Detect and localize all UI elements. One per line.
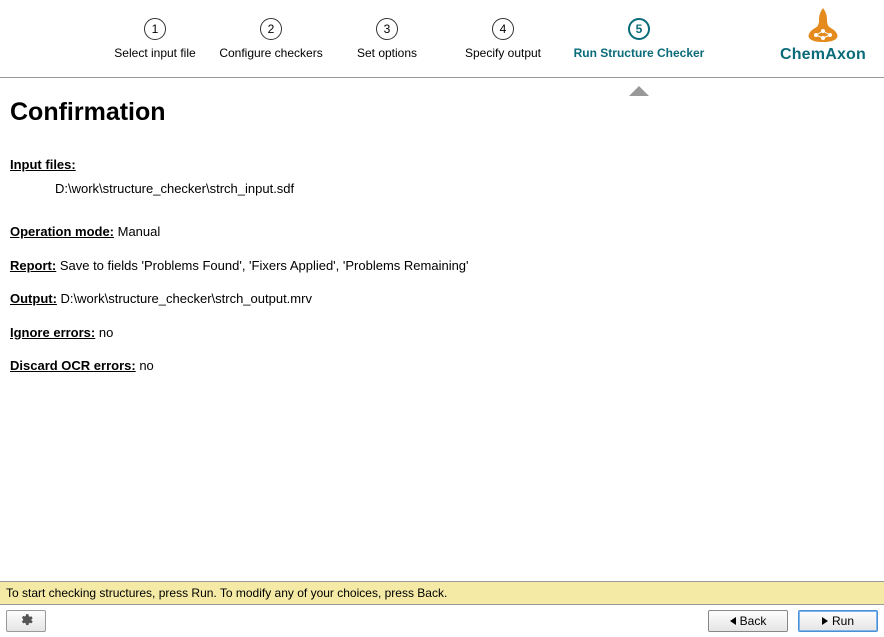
operation-mode-row: Operation mode: Manual bbox=[10, 222, 874, 242]
operation-mode-value: Manual bbox=[114, 224, 160, 239]
triangle-right-icon bbox=[822, 617, 828, 625]
footer-bar: Back Run bbox=[0, 605, 884, 637]
step-2-num: 2 bbox=[260, 18, 282, 40]
step-4[interactable]: 4 Specify output bbox=[453, 18, 553, 60]
wizard-header: 1 Select input file 2 Configure checkers… bbox=[0, 0, 884, 78]
run-button[interactable]: Run bbox=[798, 610, 878, 632]
step-2-label: Configure checkers bbox=[219, 46, 322, 60]
step-1[interactable]: 1 Select input file bbox=[105, 18, 205, 60]
output-label: Output: bbox=[10, 291, 57, 306]
footer-actions: Back Run bbox=[708, 610, 878, 632]
operation-mode-label: Operation mode: bbox=[10, 224, 114, 239]
step-3-num: 3 bbox=[376, 18, 398, 40]
step-3[interactable]: 3 Set options bbox=[337, 18, 437, 60]
report-row: Report: Save to fields 'Problems Found',… bbox=[10, 256, 874, 276]
brand-name: ChemAxon bbox=[780, 46, 866, 64]
brand-logo: ChemAxon bbox=[780, 6, 866, 64]
step-3-label: Set options bbox=[357, 46, 417, 60]
step-1-label: Select input file bbox=[114, 46, 195, 60]
wizard-steps: 1 Select input file 2 Configure checkers… bbox=[105, 18, 709, 60]
discard-ocr-value: no bbox=[136, 358, 154, 373]
report-label: Report: bbox=[10, 258, 56, 273]
input-files-row: Input files: D:\work\structure_checker\s… bbox=[10, 155, 874, 198]
output-value: D:\work\structure_checker\strch_output.m… bbox=[57, 291, 312, 306]
page-title: Confirmation bbox=[10, 98, 874, 127]
ignore-errors-value: no bbox=[95, 325, 113, 340]
ignore-errors-row: Ignore errors: no bbox=[10, 323, 874, 343]
back-button[interactable]: Back bbox=[708, 610, 788, 632]
hint-bar: To start checking structures, press Run.… bbox=[0, 581, 884, 605]
step-2[interactable]: 2 Configure checkers bbox=[221, 18, 321, 60]
step-5[interactable]: 5 Run Structure Checker bbox=[569, 18, 709, 60]
input-files-value: D:\work\structure_checker\strch_input.sd… bbox=[55, 179, 874, 199]
triangle-left-icon bbox=[730, 617, 736, 625]
step-5-num: 5 bbox=[628, 18, 650, 40]
back-button-label: Back bbox=[740, 614, 767, 628]
settings-button[interactable] bbox=[6, 610, 46, 632]
active-step-pointer-icon bbox=[629, 86, 649, 96]
ignore-errors-label: Ignore errors: bbox=[10, 325, 95, 340]
step-1-num: 1 bbox=[144, 18, 166, 40]
run-button-label: Run bbox=[832, 614, 854, 628]
step-5-label: Run Structure Checker bbox=[574, 46, 705, 60]
step-4-num: 4 bbox=[492, 18, 514, 40]
chemaxon-icon bbox=[801, 6, 845, 44]
output-row: Output: D:\work\structure_checker\strch_… bbox=[10, 289, 874, 309]
report-value: Save to fields 'Problems Found', 'Fixers… bbox=[56, 258, 468, 273]
step-4-label: Specify output bbox=[465, 46, 541, 60]
discard-ocr-row: Discard OCR errors: no bbox=[10, 356, 874, 376]
input-files-label: Input files: bbox=[10, 157, 76, 172]
confirmation-panel: Confirmation Input files: D:\work\struct… bbox=[0, 78, 884, 581]
gear-icon bbox=[19, 613, 33, 630]
discard-ocr-label: Discard OCR errors: bbox=[10, 358, 136, 373]
